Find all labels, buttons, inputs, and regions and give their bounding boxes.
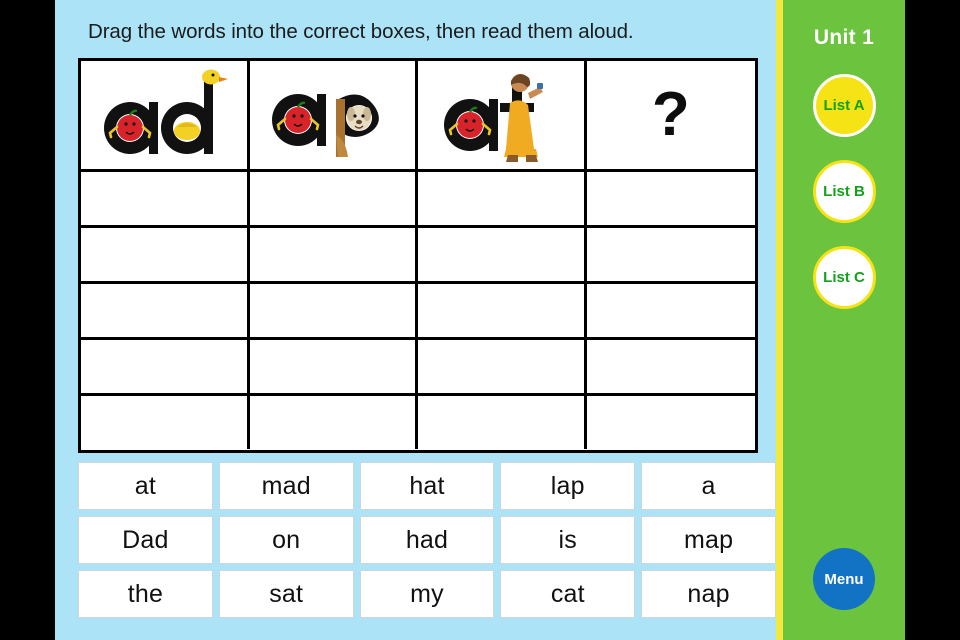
word-tile[interactable]: map [641, 516, 776, 564]
grid-drop-row [81, 281, 755, 337]
unit-title: Unit 1 [813, 26, 875, 49]
word-tile[interactable]: the [78, 570, 213, 618]
apple-duck-icon [103, 69, 228, 154]
drop-cell-at[interactable] [418, 284, 587, 337]
drop-cell-unknown[interactable] [587, 284, 756, 337]
grid-header-cell-unknown: ? [587, 61, 756, 169]
word-tile[interactable]: lap [500, 462, 636, 510]
sidebar: Unit 1 List A List B List C Menu [783, 0, 905, 640]
drop-cell-at[interactable] [418, 228, 587, 281]
sidebar-item-list-a[interactable]: List A [812, 74, 876, 137]
apple-puppy-icon [272, 94, 380, 157]
apple-teacher-icon [443, 74, 543, 162]
word-tile[interactable]: a [641, 462, 776, 510]
drop-cell-ap[interactable] [250, 172, 418, 225]
question-mark-icon: ? [651, 80, 690, 149]
word-tile[interactable]: nap [641, 570, 776, 618]
drop-cell-unknown[interactable] [587, 340, 756, 393]
grid-header-row: ? [81, 61, 755, 169]
word-bank-row: Dad on had is map [78, 516, 776, 564]
word-tile[interactable]: my [359, 570, 495, 618]
word-tile[interactable]: hat [359, 462, 495, 510]
word-bank-row: the sat my cat nap [78, 570, 776, 618]
grid-drop-row [81, 393, 755, 449]
drop-cell-ad[interactable] [81, 172, 250, 225]
drop-cell-at[interactable] [418, 396, 587, 449]
grid-header-cell-ad [81, 61, 250, 169]
word-bank-row: at mad hat lap a [78, 462, 776, 510]
word-tile[interactable]: Dad [78, 516, 213, 564]
word-tile[interactable]: mad [218, 462, 354, 510]
word-tile[interactable]: at [78, 462, 213, 510]
instruction-text: Drag the words into the correct boxes, t… [88, 20, 634, 43]
grid-header-cell-ap [250, 61, 418, 169]
game-stage: Drag the words into the correct boxes, t… [55, 0, 905, 640]
drop-cell-unknown[interactable] [587, 396, 756, 449]
word-tile[interactable]: had [359, 516, 495, 564]
word-tile[interactable]: on [218, 516, 354, 564]
word-tile[interactable]: cat [500, 570, 636, 618]
drop-cell-ap[interactable] [250, 284, 418, 337]
drop-cell-ad[interactable] [81, 340, 250, 393]
drop-cell-ap[interactable] [250, 396, 418, 449]
app-root: Drag the words into the correct boxes, t… [0, 0, 960, 640]
drop-cell-ap[interactable] [250, 340, 418, 393]
drop-cell-ap[interactable] [250, 228, 418, 281]
drop-cell-at[interactable] [418, 172, 587, 225]
drop-cell-ad[interactable] [81, 228, 250, 281]
drop-cell-unknown[interactable] [587, 172, 756, 225]
drop-cell-ad[interactable] [81, 396, 250, 449]
word-bank: at mad hat lap a Dad on had is map the s… [78, 462, 776, 624]
sorting-grid: ? [78, 58, 758, 453]
drop-cell-ad[interactable] [81, 284, 250, 337]
grid-header-cell-at [418, 61, 587, 169]
word-tile[interactable]: is [500, 516, 636, 564]
sidebar-item-list-c[interactable]: List C [812, 246, 876, 309]
grid-drop-row [81, 225, 755, 281]
panel-divider-stripe [776, 0, 783, 640]
grid-drop-row [81, 337, 755, 393]
word-tile[interactable]: sat [218, 570, 354, 618]
main-panel: Drag the words into the correct boxes, t… [55, 0, 776, 640]
drop-cell-at[interactable] [418, 340, 587, 393]
drop-cell-unknown[interactable] [587, 228, 756, 281]
sidebar-item-list-b[interactable]: List B [812, 160, 876, 223]
grid-drop-row [81, 169, 755, 225]
menu-button[interactable]: Menu [813, 548, 875, 610]
